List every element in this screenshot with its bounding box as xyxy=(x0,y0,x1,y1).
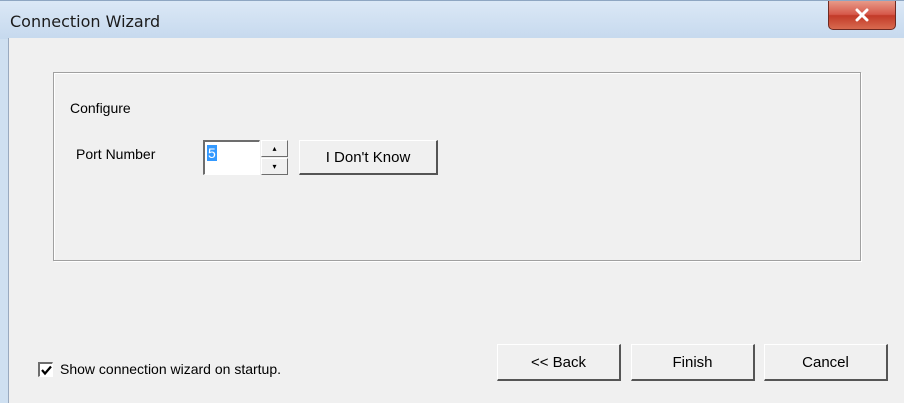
close-icon xyxy=(855,8,869,22)
show-on-startup-checkbox[interactable] xyxy=(38,362,53,377)
spin-down-button[interactable]: ▾ xyxy=(261,158,288,175)
port-number-value: 5 xyxy=(207,145,217,161)
cancel-button[interactable]: Cancel xyxy=(764,344,888,381)
back-button[interactable]: << Back xyxy=(497,344,621,381)
configure-groupbox xyxy=(53,72,861,261)
finish-button[interactable]: Finish xyxy=(631,344,755,381)
port-number-label: Port Number xyxy=(76,146,156,162)
port-number-spinner[interactable]: ▴ ▾ xyxy=(261,140,288,175)
configure-group-label: Configure xyxy=(68,100,133,116)
i-dont-know-button[interactable]: I Don't Know xyxy=(299,140,438,175)
checkmark-icon xyxy=(40,365,52,375)
close-button[interactable] xyxy=(828,1,896,30)
window-title: Connection Wizard xyxy=(10,12,161,31)
arrow-down-icon: ▾ xyxy=(272,162,277,171)
spin-up-button[interactable]: ▴ xyxy=(261,140,288,157)
port-number-input[interactable]: 5 xyxy=(203,140,260,175)
show-on-startup-label[interactable]: Show connection wizard on startup. xyxy=(60,361,281,377)
title-bar[interactable]: Connection Wizard xyxy=(0,1,904,39)
arrow-up-icon: ▴ xyxy=(272,144,277,153)
